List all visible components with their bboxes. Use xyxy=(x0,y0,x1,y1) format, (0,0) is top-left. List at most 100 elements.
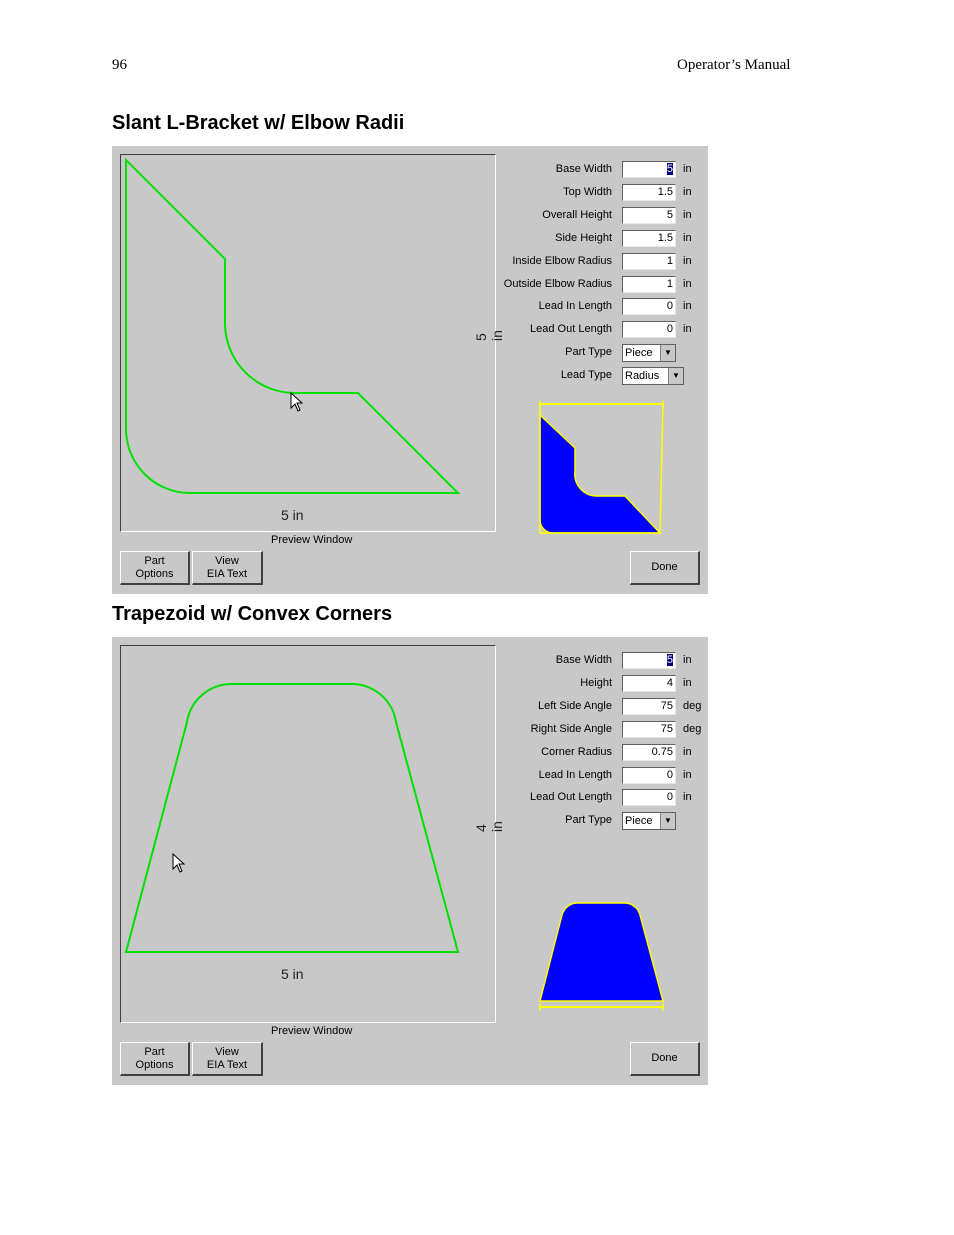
part-options-button[interactable]: Part Options xyxy=(120,551,190,585)
field-row: Overall Height 5 in xyxy=(492,206,704,225)
part-type-select[interactable]: Piece ▼ xyxy=(622,812,676,830)
view-eia-text-button[interactable]: View EIA Text xyxy=(192,551,263,585)
width-dimension-label: 5 in xyxy=(281,507,304,523)
field-input[interactable]: 0 xyxy=(622,321,676,339)
trapezoid-dialog: 5 in 4 in Preview Window Base Width 5 in He… xyxy=(112,637,708,1085)
field-input[interactable]: 4 xyxy=(622,674,676,692)
part-type-row: Part Type Piece ▼ xyxy=(492,344,704,362)
lead-type-label: Lead Type xyxy=(560,369,612,381)
section-title-slant-bracket: Slant L-Bracket w/ Elbow Radii xyxy=(112,112,405,134)
done-button[interactable]: Done xyxy=(630,551,700,585)
field-input[interactable]: 1.5 xyxy=(622,229,676,247)
field-value: 1.5 xyxy=(657,231,673,244)
done-button[interactable]: Done xyxy=(630,1042,700,1076)
field-input[interactable]: 0 xyxy=(622,298,676,316)
field-label: Corner Radius xyxy=(541,745,612,758)
field-row: Left Side Angle 75 deg xyxy=(492,697,704,716)
page-number: 96 xyxy=(112,57,127,73)
field-label: Top Width xyxy=(563,185,612,198)
preview-window: 5 in 4 in xyxy=(120,645,505,1023)
page-header: Operator’s Manual xyxy=(677,57,791,73)
field-value: 5 xyxy=(666,208,673,221)
field-input[interactable]: 5 xyxy=(622,161,676,178)
shape-thumbnail xyxy=(539,401,664,534)
field-row: Lead Out Length 0 in xyxy=(492,789,704,807)
field-value: 1 xyxy=(666,254,673,267)
field-row: Inside Elbow Radius 1 in xyxy=(492,252,704,271)
field-row: Lead In Length 0 in xyxy=(492,766,704,785)
width-dimension-label: 5 in xyxy=(281,966,304,982)
field-label: Inside Elbow Radius xyxy=(512,254,612,267)
part-options-label-line2: Options xyxy=(135,1058,174,1071)
field-value: 5 xyxy=(666,163,673,175)
part-options-label-line1: Part xyxy=(144,554,165,567)
field-label: Height xyxy=(580,676,612,689)
field-row: Corner Radius 0.75 in xyxy=(492,743,704,762)
field-label: Lead Out Length xyxy=(530,323,612,336)
field-unit: in xyxy=(683,768,692,781)
field-label: Overall Height xyxy=(542,208,612,221)
field-label: Side Height xyxy=(555,231,612,244)
field-value: 4 xyxy=(666,676,673,689)
field-unit: in xyxy=(683,231,692,244)
field-unit: in xyxy=(683,185,692,198)
field-label: Right Side Angle xyxy=(530,722,612,735)
part-outline xyxy=(125,157,461,494)
chevron-down-icon[interactable]: ▼ xyxy=(668,368,683,384)
field-input[interactable]: 5 xyxy=(622,652,676,669)
field-value: 75 xyxy=(660,699,673,712)
field-unit: in xyxy=(683,745,692,758)
field-row: Lead Out Length 0 in xyxy=(492,321,704,339)
field-unit: in xyxy=(683,277,692,290)
field-row: Right Side Angle 75 deg xyxy=(492,720,704,739)
field-unit: in xyxy=(683,300,692,313)
mouse-cursor-icon xyxy=(290,392,304,412)
lead-type-select[interactable]: Radius ▼ xyxy=(622,367,684,385)
field-label: Left Side Angle xyxy=(537,699,612,712)
view-eia-label-line1: View xyxy=(215,1045,239,1058)
slant-bracket-dialog: 5 in 5 in Preview Window Base Width 5 in To… xyxy=(112,146,708,594)
field-value: 0 xyxy=(666,300,673,313)
chevron-down-icon[interactable]: ▼ xyxy=(660,813,675,829)
view-eia-label-line2: EIA Text xyxy=(206,567,248,580)
field-unit: deg xyxy=(683,722,702,735)
field-value: 1.5 xyxy=(657,185,673,198)
field-unit: in xyxy=(683,323,692,336)
field-input[interactable]: 0 xyxy=(622,766,676,784)
part-type-value: Piece xyxy=(625,815,653,827)
field-row: Height 4 in xyxy=(492,674,704,693)
preview-window-label: Preview Window xyxy=(271,534,353,546)
field-label: Base Width xyxy=(555,654,612,666)
lead-type-row: Lead Type Radius ▼ xyxy=(492,367,704,385)
field-row: Base Width 5 in xyxy=(492,161,704,179)
field-value: 0 xyxy=(666,791,673,804)
field-row: Side Height 1.5 in xyxy=(492,229,704,248)
field-input[interactable]: 75 xyxy=(622,720,676,738)
lead-type-value: Radius xyxy=(625,370,660,382)
field-unit: in xyxy=(683,254,692,267)
field-label: Lead Out Length xyxy=(530,791,612,804)
field-input[interactable]: 1 xyxy=(622,252,676,270)
field-label: Outside Elbow Radius xyxy=(503,277,612,290)
field-unit: in xyxy=(683,163,692,175)
preview-window-label: Preview Window xyxy=(271,1025,353,1037)
field-input[interactable]: 1 xyxy=(622,275,676,293)
part-type-label: Part Type xyxy=(565,814,612,826)
field-label: Lead In Length xyxy=(538,768,612,781)
field-input[interactable]: 0 xyxy=(622,789,676,807)
field-unit: in xyxy=(683,208,692,221)
field-input[interactable]: 75 xyxy=(622,697,676,715)
field-input[interactable]: 0.75 xyxy=(622,743,676,761)
part-type-select[interactable]: Piece ▼ xyxy=(622,344,676,362)
field-unit: in xyxy=(683,654,692,666)
part-outline xyxy=(124,682,460,953)
shape-thumbnail xyxy=(539,902,664,1011)
field-input[interactable]: 5 xyxy=(622,206,676,224)
field-row: Lead In Length 0 in xyxy=(492,298,704,316)
part-options-button[interactable]: Part Options xyxy=(120,1042,190,1076)
chevron-down-icon[interactable]: ▼ xyxy=(660,345,675,361)
view-eia-text-button[interactable]: View EIA Text xyxy=(192,1042,263,1076)
field-input[interactable]: 1.5 xyxy=(622,183,676,201)
field-value: 0 xyxy=(666,768,673,781)
part-type-value: Piece xyxy=(625,347,653,359)
